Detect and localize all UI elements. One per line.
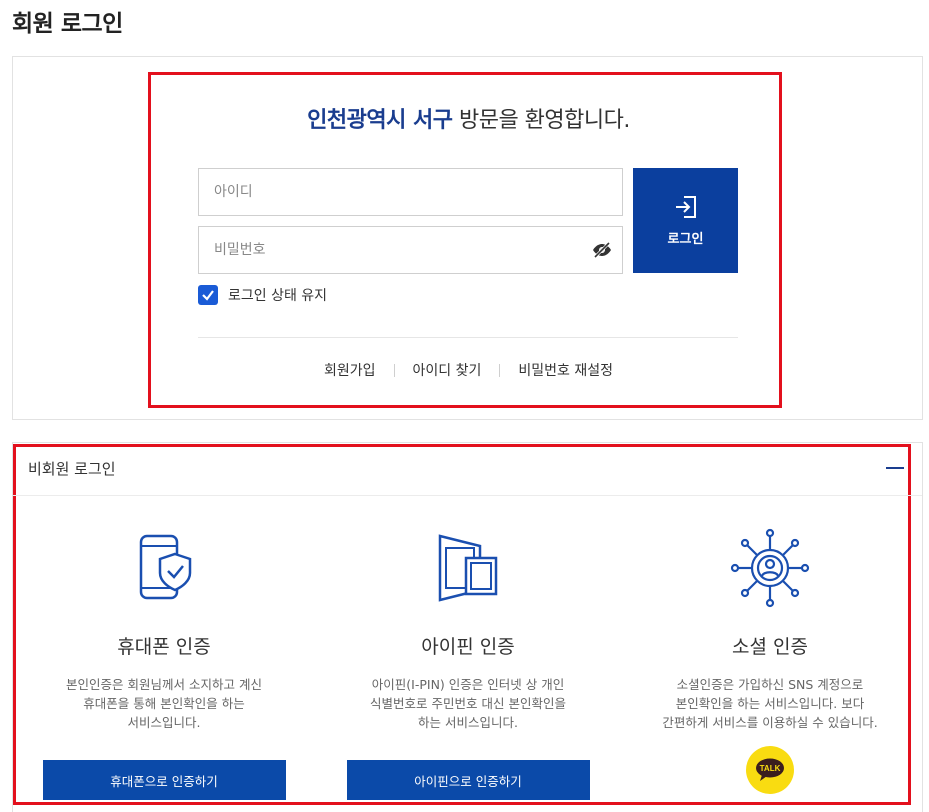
welcome-message: 인천광역시 서구 방문을 환영합니다.: [4, 102, 929, 134]
desc-line: 소셜인증은 가입하신 SNS 계정으로: [676, 677, 864, 692]
kakao-talk-icon: TALK: [756, 758, 784, 781]
id-input[interactable]: [198, 168, 623, 216]
ipin-auth-button[interactable]: 아이핀으로 인증하기: [346, 760, 590, 800]
desc-line: 본인인증은 회원님께서 소지하고 계신: [66, 677, 262, 692]
desc-line: 서비스입니다.: [127, 715, 201, 730]
keep-login-checkbox[interactable]: [198, 285, 218, 305]
account-links: 회원가입 아이디 찾기 비밀번호 재설정: [4, 360, 929, 380]
desc-line: 휴대폰을 통해 본인확인을 하는: [83, 696, 245, 711]
checkmark-icon: [202, 290, 214, 301]
keep-login-row: 로그인 상태 유지: [198, 285, 327, 305]
eye-off-icon[interactable]: [591, 241, 613, 259]
phone-auth-description: 본인인증은 회원님께서 소지하고 계신 휴대폰을 통해 본인확인을 하는 서비스…: [44, 675, 284, 732]
desc-line: 아이핀(I-PIN) 인증은 인터넷 상 개인: [371, 677, 565, 692]
ipin-auth-section: 아이핀 인증 아이핀(I-PIN) 인증은 인터넷 상 개인 식별번호로 주민번…: [318, 520, 618, 800]
social-auth-description: 소셜인증은 가입하신 SNS 계정으로 본인확인을 하는 서비스입니다. 보다 …: [640, 675, 900, 732]
ipin-auth-title: 아이핀 인증: [421, 636, 515, 658]
phone-auth-title: 휴대폰 인증: [117, 636, 211, 658]
ipin-auth-description: 아이핀(I-PIN) 인증은 인터넷 상 개인 식별번호로 주민번호 대신 본인…: [348, 675, 588, 732]
page-title: 회원 로그인: [12, 11, 123, 37]
collapse-icon[interactable]: [886, 467, 904, 469]
social-network-icon: [730, 528, 810, 608]
desc-line: 간편하게 서비스를 이용하실 수 있습니다.: [662, 715, 878, 730]
signup-link[interactable]: 회원가입: [306, 360, 394, 380]
login-button[interactable]: 로그인: [633, 168, 738, 273]
smartphone-shield-icon: [139, 534, 192, 600]
password-input[interactable]: [198, 226, 623, 274]
reset-password-link[interactable]: 비밀번호 재설정: [500, 360, 631, 380]
desc-line: 식별번호로 주민번호 대신 본인확인을: [370, 696, 566, 711]
keep-login-label[interactable]: 로그인 상태 유지: [228, 285, 327, 305]
kakao-talk-label: TALK: [760, 764, 781, 773]
welcome-brand: 인천광역시 서구: [307, 108, 453, 133]
kakao-talk-button[interactable]: TALK: [746, 746, 794, 794]
social-auth-title: 소셜 인증: [732, 636, 808, 658]
guest-login-title: 비회원 로그인: [28, 460, 116, 478]
welcome-text: 방문을 환영합니다.: [452, 108, 630, 133]
ipin-cards-icon: [438, 534, 498, 602]
desc-line: 하는 서비스입니다.: [418, 715, 518, 730]
desc-line: 본인확인을 하는 서비스입니다. 보다: [675, 696, 865, 711]
phone-auth-section: 휴대폰 인증 본인인증은 회원님께서 소지하고 계신 휴대폰을 통해 본인확인을…: [14, 520, 314, 800]
guest-divider: [13, 495, 922, 496]
login-divider: [198, 337, 738, 338]
social-auth-section: 소셜 인증 소셜인증은 가입하신 SNS 계정으로 본인확인을 하는 서비스입니…: [620, 520, 920, 732]
login-button-label: 로그인: [667, 231, 704, 246]
login-enter-icon: [675, 196, 696, 218]
phone-auth-button[interactable]: 휴대폰으로 인증하기: [42, 760, 286, 800]
find-id-link[interactable]: 아이디 찾기: [395, 360, 500, 380]
